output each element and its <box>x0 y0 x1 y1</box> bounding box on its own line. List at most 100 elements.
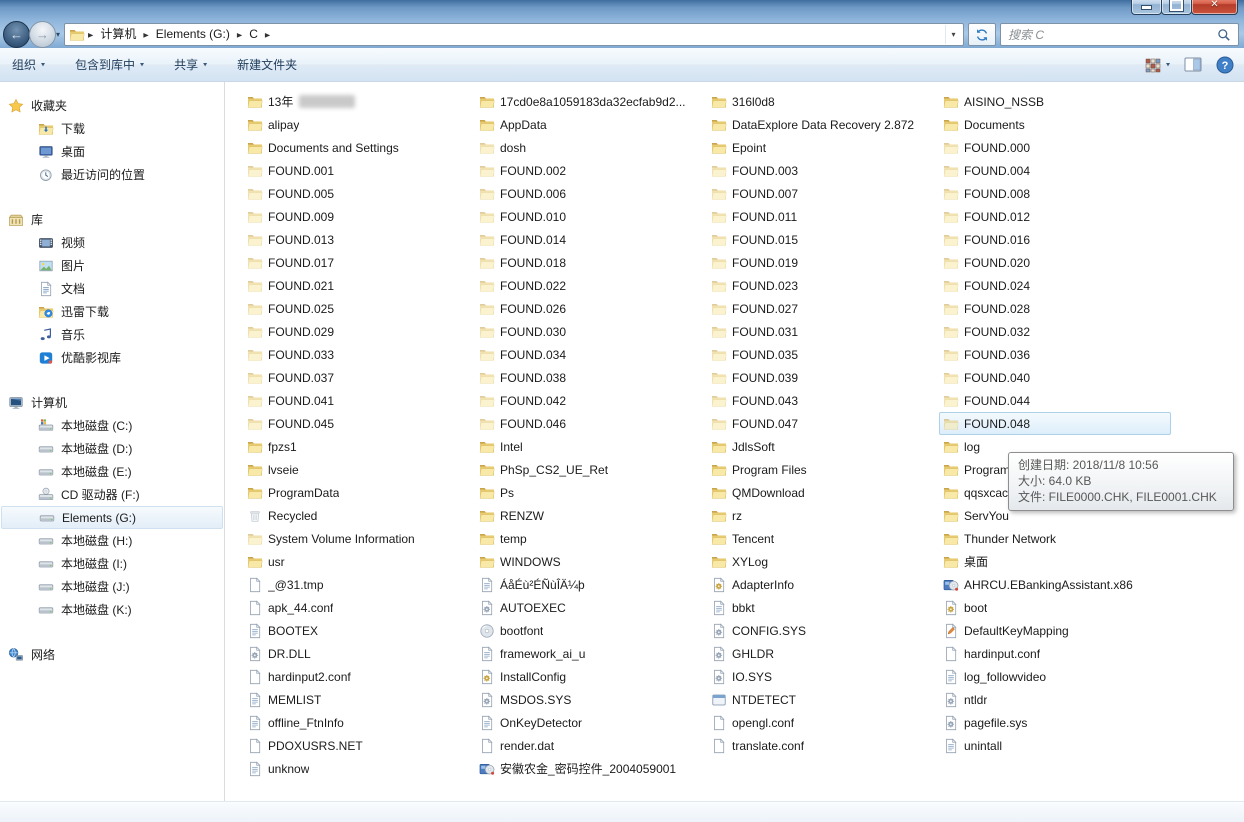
close-button[interactable]: ✕ <box>1191 0 1238 15</box>
file-item[interactable]: FOUND.025 <box>243 297 475 320</box>
file-item[interactable]: dosh <box>475 136 707 159</box>
file-item[interactable]: IO.SYS <box>707 665 939 688</box>
sidebar-item[interactable]: 音乐 <box>0 323 224 346</box>
file-item[interactable]: pagefile.sys <box>939 711 1171 734</box>
sidebar-item[interactable]: 本地磁盘 (I:) <box>0 552 224 575</box>
file-item[interactable]: hardinput.conf <box>939 642 1171 665</box>
file-item[interactable]: System Volume Information <box>243 527 475 550</box>
file-item[interactable]: FOUND.036 <box>939 343 1171 366</box>
file-item[interactable]: FOUND.018 <box>475 251 707 274</box>
file-item[interactable]: FOUND.006 <box>475 182 707 205</box>
file-item[interactable]: alipay <box>243 113 475 136</box>
file-item[interactable]: BOOTEX <box>243 619 475 642</box>
sidebar-item[interactable]: 视频 <box>0 231 224 254</box>
help-button[interactable]: ? <box>1216 56 1234 74</box>
file-item[interactable]: FOUND.047 <box>707 412 939 435</box>
file-item[interactable]: 桌面 <box>939 550 1171 573</box>
file-item[interactable]: FOUND.032 <box>939 320 1171 343</box>
file-item[interactable]: Intel <box>475 435 707 458</box>
file-item[interactable]: FOUND.027 <box>707 297 939 320</box>
file-item[interactable]: FOUND.008 <box>939 182 1171 205</box>
sidebar-item[interactable]: 优酷影视库 <box>0 346 224 369</box>
breadcrumb-item[interactable]: 计算机 <box>94 24 142 45</box>
file-item[interactable]: FOUND.043 <box>707 389 939 412</box>
file-item[interactable]: FOUND.023 <box>707 274 939 297</box>
file-item[interactable]: AdapterInfo <box>707 573 939 596</box>
file-item[interactable]: rz <box>707 504 939 527</box>
file-item[interactable]: WINDOWS <box>475 550 707 573</box>
file-item[interactable]: FOUND.026 <box>475 297 707 320</box>
file-item[interactable]: AppData <box>475 113 707 136</box>
sidebar-item[interactable]: 本地磁盘 (C:) <box>0 414 224 437</box>
file-item[interactable]: FOUND.003 <box>707 159 939 182</box>
sidebar-item[interactable]: 桌面 <box>0 140 224 163</box>
toolbar-button[interactable]: 共享▾ <box>174 56 207 73</box>
file-item[interactable]: FOUND.045 <box>243 412 475 435</box>
file-item[interactable]: CONFIG.SYS <box>707 619 939 642</box>
file-item[interactable]: _@31.tmp <box>243 573 475 596</box>
file-item[interactable]: FOUND.042 <box>475 389 707 412</box>
sidebar-item[interactable]: Elements (G:) <box>1 506 223 529</box>
file-item[interactable]: framework_ai_u <box>475 642 707 665</box>
search-input[interactable]: 搜索 C <box>1008 26 1217 43</box>
file-item[interactable]: MEMLIST <box>243 688 475 711</box>
file-item[interactable]: FOUND.048 <box>939 412 1171 435</box>
toolbar-button[interactable]: 包含到库中▾ <box>75 56 144 73</box>
file-item[interactable]: FOUND.014 <box>475 228 707 251</box>
file-item[interactable]: AUTOEXEC <box>475 596 707 619</box>
file-item[interactable]: FOUND.034 <box>475 343 707 366</box>
maximize-button[interactable] <box>1161 0 1192 15</box>
back-button[interactable]: ← <box>3 21 30 48</box>
file-item[interactable]: NTDETECT <box>707 688 939 711</box>
file-item[interactable]: FOUND.002 <box>475 159 707 182</box>
file-item[interactable]: RENZW <box>475 504 707 527</box>
file-item[interactable]: FOUND.035 <box>707 343 939 366</box>
file-item[interactable]: Program Files <box>707 458 939 481</box>
sidebar-item[interactable]: 本地磁盘 (K:) <box>0 598 224 621</box>
minimize-button[interactable] <box>1131 0 1162 15</box>
file-item[interactable]: FOUND.000 <box>939 136 1171 159</box>
file-item[interactable]: FOUND.020 <box>939 251 1171 274</box>
file-item[interactable]: FOUND.001 <box>243 159 475 182</box>
file-item[interactable]: GHLDR <box>707 642 939 665</box>
file-item[interactable]: bbkt <box>707 596 939 619</box>
sidebar-item[interactable]: 图片 <box>0 254 224 277</box>
file-item[interactable]: PDOXUSRS.NET <box>243 734 475 757</box>
file-item[interactable]: FOUND.028 <box>939 297 1171 320</box>
file-item[interactable]: FOUND.044 <box>939 389 1171 412</box>
file-item[interactable]: Ps <box>475 481 707 504</box>
file-item[interactable]: XYLog <box>707 550 939 573</box>
history-dropdown-icon[interactable]: ▾ <box>56 30 60 39</box>
file-item[interactable]: FOUND.040 <box>939 366 1171 389</box>
file-item[interactable]: usr <box>243 550 475 573</box>
file-item[interactable]: FOUND.012 <box>939 205 1171 228</box>
file-item[interactable]: ProgramData <box>243 481 475 504</box>
file-item[interactable]: apk_44.conf <box>243 596 475 619</box>
file-item[interactable]: QMDownload <box>707 481 939 504</box>
file-item[interactable]: OnKeyDetector <box>475 711 707 734</box>
file-item[interactable]: DefaultKeyMapping <box>939 619 1171 642</box>
file-item[interactable]: FOUND.005 <box>243 182 475 205</box>
sidebar-section-header[interactable]: 收藏夹 <box>0 94 224 117</box>
file-item[interactable]: FOUND.033 <box>243 343 475 366</box>
file-item[interactable]: FOUND.024 <box>939 274 1171 297</box>
file-item[interactable]: hardinput2.conf <box>243 665 475 688</box>
file-item[interactable]: bootfont <box>475 619 707 642</box>
file-item[interactable]: InstallConfig <box>475 665 707 688</box>
address-bar[interactable]: ▶计算机▶Elements (G:)▶C▶ ▾ <box>64 23 964 46</box>
sidebar-item[interactable]: 本地磁盘 (J:) <box>0 575 224 598</box>
refresh-button[interactable] <box>968 23 996 46</box>
file-item[interactable]: FOUND.016 <box>939 228 1171 251</box>
sidebar-item[interactable]: 本地磁盘 (D:) <box>0 437 224 460</box>
file-item[interactable]: 316l0d8 <box>707 90 939 113</box>
file-item[interactable]: FOUND.004 <box>939 159 1171 182</box>
file-item[interactable]: unintall <box>939 734 1171 757</box>
change-view-button[interactable]: ▾ <box>1145 57 1170 73</box>
file-item[interactable]: Thunder Network <box>939 527 1171 550</box>
sidebar-item[interactable]: 迅雷下载 <box>0 300 224 323</box>
file-item[interactable]: FOUND.022 <box>475 274 707 297</box>
file-item[interactable]: Tencent <box>707 527 939 550</box>
file-item[interactable]: translate.conf <box>707 734 939 757</box>
file-item[interactable]: DR.DLL <box>243 642 475 665</box>
file-item[interactable]: FOUND.010 <box>475 205 707 228</box>
